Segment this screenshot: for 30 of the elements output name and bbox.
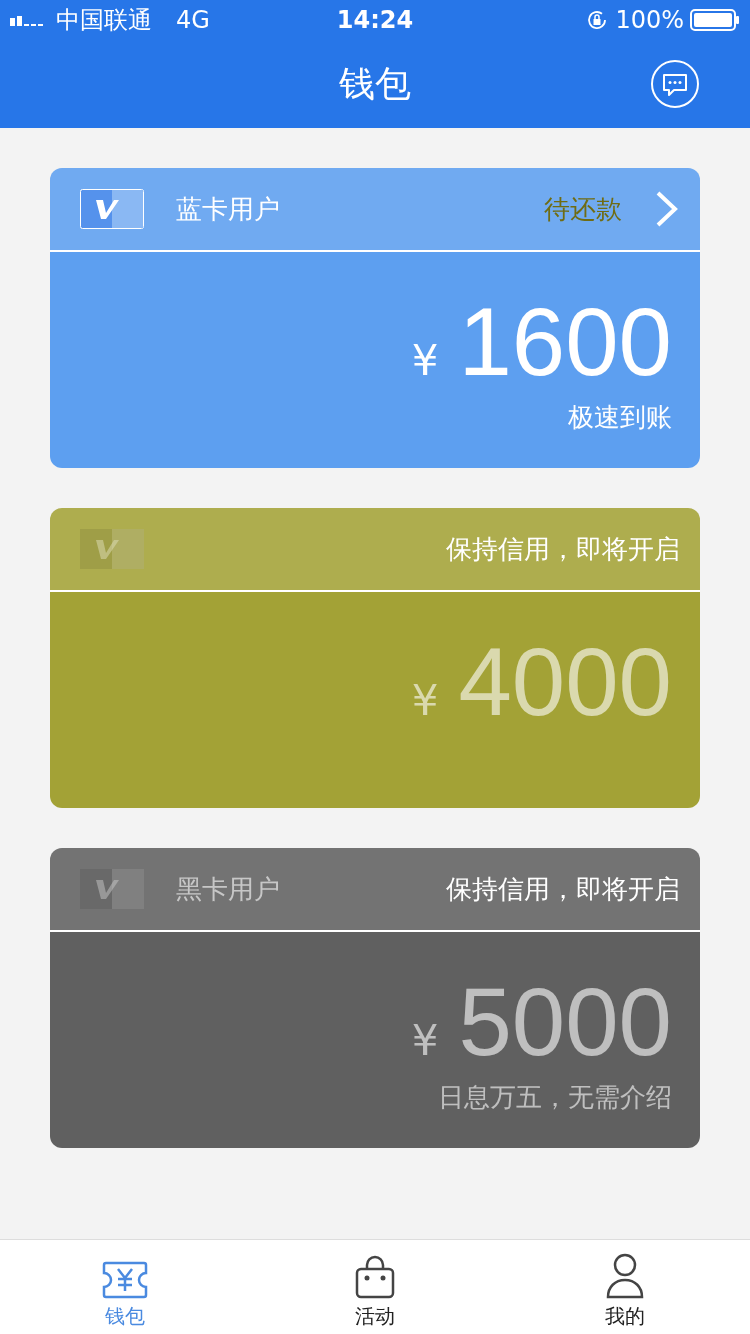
tab-item[interactable]: 我的 [500,1240,750,1334]
card-note: 极速到账 [568,401,672,434]
currency-symbol: ¥ [411,676,439,725]
card-logo-icon [80,529,144,569]
repayment-status: 待还款 [544,192,622,226]
credit-amount: 4000 [458,632,672,732]
wallet-icon [102,1261,148,1299]
tab-item[interactable]: 活动 [250,1240,500,1334]
tab-item[interactable]: 钱包 [0,1240,250,1334]
credit-amount: 5000 [458,972,672,1072]
locked-notice: 保持信用，即将开启 [446,532,680,566]
person-icon [606,1253,644,1299]
network-type: 4G [176,6,210,34]
locked-notice: 保持信用，即将开启 [446,872,680,906]
card-logo-icon [80,869,144,909]
clock-time: 14:24 [336,6,414,34]
message-icon[interactable] [650,59,700,109]
card-note: 日息万五，无需介绍 [438,1081,672,1114]
credit-amount: 1600 [458,292,672,392]
battery-percent: 100% [615,6,684,34]
chevron-icon [654,190,680,228]
page-title: 钱包 [339,61,411,106]
currency-symbol: ¥ [411,1016,439,1065]
currency-symbol: ¥ [411,336,439,385]
carrier-name: 中国联通 [56,5,152,36]
battery-icon [690,9,740,31]
card-label: 黑卡用户 [176,872,280,906]
bag-icon [354,1255,396,1299]
card-label: 蓝卡用户 [176,192,280,226]
card-logo-icon [80,189,144,229]
